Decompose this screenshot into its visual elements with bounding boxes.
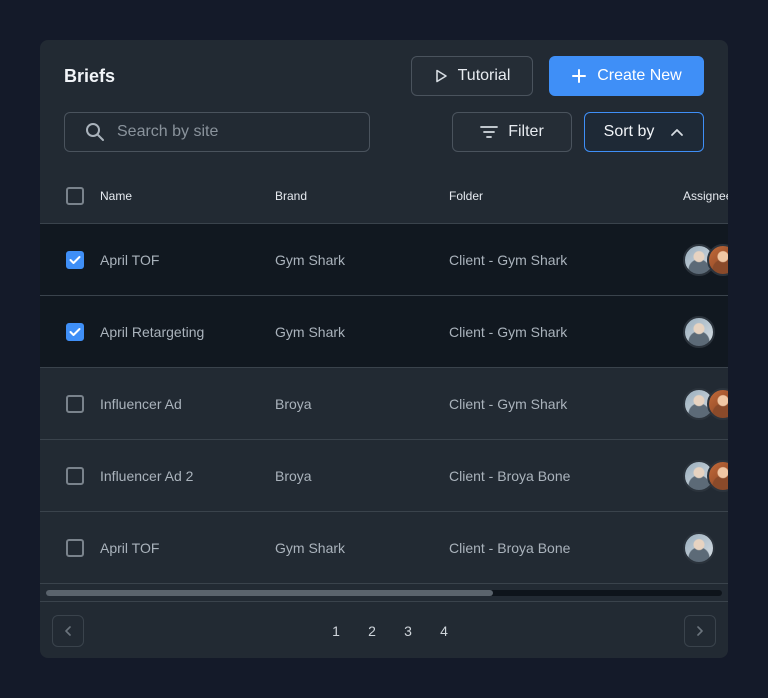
- row-assignees: [683, 368, 728, 439]
- row-brand: Gym Shark: [275, 539, 346, 556]
- footer-divider: [40, 601, 728, 602]
- search-input[interactable]: [115, 122, 359, 142]
- row-folder: Client - Broya Bone: [449, 467, 571, 484]
- chevron-left-icon: [63, 625, 73, 637]
- row-checkbox[interactable]: [66, 538, 84, 557]
- avatar[interactable]: [683, 315, 715, 348]
- filter-button[interactable]: Filter: [452, 112, 572, 152]
- tutorial-button[interactable]: Tutorial: [411, 56, 533, 96]
- table-row[interactable]: Influencer Ad Broya Client - Gym Shark: [40, 368, 728, 440]
- pagination: 1 2 3 4: [318, 615, 462, 647]
- row-brand: Gym Shark: [275, 251, 346, 268]
- briefs-panel: Briefs Tutorial Create New Filter Sort b…: [40, 40, 728, 658]
- row-checkbox[interactable]: [66, 466, 84, 485]
- avatar[interactable]: [707, 387, 728, 420]
- row-assignees: [683, 296, 715, 367]
- play-icon: [434, 69, 448, 83]
- row-checkbox[interactable]: [66, 322, 84, 341]
- chevron-up-icon: [670, 127, 684, 137]
- sort-label: Sort by: [603, 123, 655, 140]
- page-number[interactable]: 2: [354, 623, 390, 639]
- check-icon: [69, 327, 81, 337]
- next-page-button[interactable]: [684, 615, 716, 647]
- chevron-right-icon: [695, 625, 705, 637]
- page-number[interactable]: 3: [390, 623, 426, 639]
- briefs-table: Name Brand Folder Assignee April TOF Gym …: [40, 168, 728, 584]
- page-number[interactable]: 4: [426, 623, 462, 639]
- sort-by-button[interactable]: Sort by: [584, 112, 704, 152]
- create-new-button[interactable]: Create New: [549, 56, 704, 96]
- search-field[interactable]: [64, 112, 370, 152]
- filter-label: Filter: [508, 123, 544, 140]
- row-assignees: [683, 512, 715, 583]
- row-brand: Broya: [275, 467, 312, 484]
- column-header-folder[interactable]: Folder: [449, 168, 483, 223]
- table-row[interactable]: April TOF Gym Shark Client - Broya Bone: [40, 512, 728, 584]
- row-name: Influencer Ad 2: [100, 467, 194, 484]
- create-new-label: Create New: [597, 67, 682, 84]
- row-name: April TOF: [100, 539, 160, 556]
- select-all-checkbox[interactable]: [66, 186, 84, 205]
- horizontal-scrollbar[interactable]: [46, 590, 722, 596]
- row-folder: Client - Gym Shark: [449, 323, 568, 340]
- page-number[interactable]: 1: [318, 623, 354, 639]
- row-brand: Gym Shark: [275, 323, 346, 340]
- row-assignees: [683, 440, 728, 511]
- previous-page-button[interactable]: [52, 615, 84, 647]
- avatar[interactable]: [707, 459, 728, 492]
- row-checkbox[interactable]: [66, 250, 84, 269]
- table-header: Name Brand Folder Assignee: [40, 168, 728, 224]
- avatar[interactable]: [707, 243, 728, 276]
- tutorial-label: Tutorial: [457, 67, 511, 84]
- row-name: April TOF: [100, 251, 160, 268]
- avatar[interactable]: [683, 531, 715, 564]
- row-folder: Client - Gym Shark: [449, 251, 568, 268]
- row-assignees: [683, 224, 728, 295]
- column-header-brand[interactable]: Brand: [275, 168, 307, 223]
- row-folder: Client - Gym Shark: [449, 395, 568, 412]
- column-header-assignee[interactable]: Assignee: [683, 168, 728, 223]
- scrollbar-thumb[interactable]: [46, 590, 493, 596]
- column-header-name[interactable]: Name: [100, 168, 132, 223]
- row-checkbox[interactable]: [66, 394, 84, 413]
- search-icon: [85, 122, 105, 142]
- table-row[interactable]: April Retargeting Gym Shark Client - Gym S…: [40, 296, 728, 368]
- row-name: Influencer Ad: [100, 395, 182, 412]
- table-row[interactable]: April TOF Gym Shark Client - Gym Shark: [40, 224, 728, 296]
- row-brand: Broya: [275, 395, 312, 412]
- page-title: Briefs: [64, 66, 116, 86]
- table-row[interactable]: Influencer Ad 2 Broya Client - Broya Bone: [40, 440, 728, 512]
- check-icon: [69, 255, 81, 265]
- row-name: April Retargeting: [100, 323, 205, 340]
- row-folder: Client - Broya Bone: [449, 539, 571, 556]
- plus-icon: [571, 68, 587, 84]
- filter-icon: [480, 125, 499, 139]
